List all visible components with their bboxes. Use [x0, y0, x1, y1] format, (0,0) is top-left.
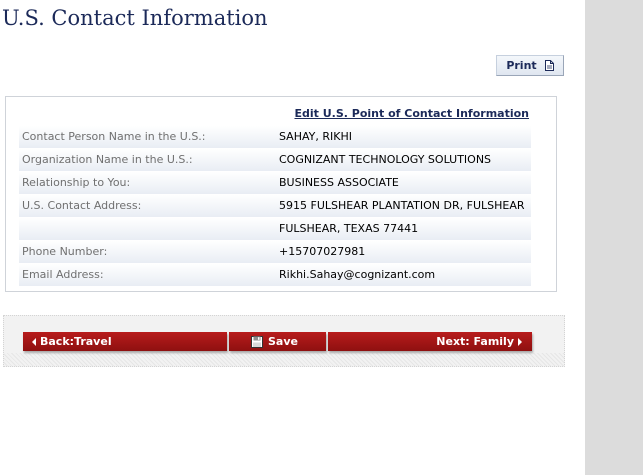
back-button-label: Back:Travel: [40, 335, 112, 348]
main-content: U.S. Contact Information Print Edit U.S.…: [0, 0, 585, 475]
contact-row-email: Email Address: Rikhi.Sahay@cognizant.com: [19, 264, 531, 286]
row-label: Email Address:: [22, 268, 104, 281]
row-value: +15707027981: [279, 245, 366, 258]
save-button-label: Save: [268, 335, 298, 348]
contact-row-organization: Organization Name in the U.S.: COGNIZANT…: [19, 149, 531, 171]
page-title: U.S. Contact Information: [2, 6, 268, 30]
contact-row-address-line2: FULSHEAR, TEXAS 77441: [19, 218, 531, 240]
row-value: SAHAY, RIKHI: [279, 130, 352, 143]
triangle-right-icon: [518, 337, 522, 346]
row-value: Rikhi.Sahay@cognizant.com: [279, 268, 436, 281]
print-button-label: Print: [506, 59, 537, 72]
row-value: 5915 FULSHEAR PLANTATION DR, FULSHEAR: [279, 199, 525, 212]
row-value: FULSHEAR, TEXAS 77441: [279, 222, 419, 235]
row-value: COGNIZANT TECHNOLOGY SOLUTIONS: [279, 153, 492, 166]
contact-row-relationship: Relationship to You: BUSINESS ASSOCIATE: [19, 172, 531, 194]
save-button[interactable]: Save: [229, 332, 326, 351]
floppy-disk-icon: [251, 335, 263, 348]
triangle-left-icon: [32, 337, 36, 346]
navigation-bar: Back:Travel Save Next: Family: [3, 315, 565, 367]
row-value: BUSINESS ASSOCIATE: [279, 176, 399, 189]
contact-row-address: U.S. Contact Address: 5915 FULSHEAR PLAN…: [19, 195, 531, 217]
side-panel: [585, 0, 643, 475]
row-label: Phone Number:: [22, 245, 108, 258]
back-button[interactable]: Back:Travel: [23, 332, 227, 351]
document-icon: [544, 60, 554, 71]
contact-row-person: Contact Person Name in the U.S.: SAHAY, …: [19, 126, 531, 148]
edit-poc-link[interactable]: Edit U.S. Point of Contact Information: [294, 107, 529, 120]
print-button[interactable]: Print: [496, 55, 564, 76]
next-button[interactable]: Next: Family: [328, 332, 532, 351]
contact-row-phone: Phone Number: +15707027981: [19, 241, 531, 263]
row-label: U.S. Contact Address:: [22, 199, 142, 212]
row-label: Organization Name in the U.S.:: [22, 153, 193, 166]
contact-info-panel: Edit U.S. Point of Contact Information C…: [5, 96, 557, 292]
row-label: Relationship to You:: [22, 176, 131, 189]
row-label: Contact Person Name in the U.S.:: [22, 130, 206, 143]
next-button-label: Next: Family: [436, 335, 514, 348]
